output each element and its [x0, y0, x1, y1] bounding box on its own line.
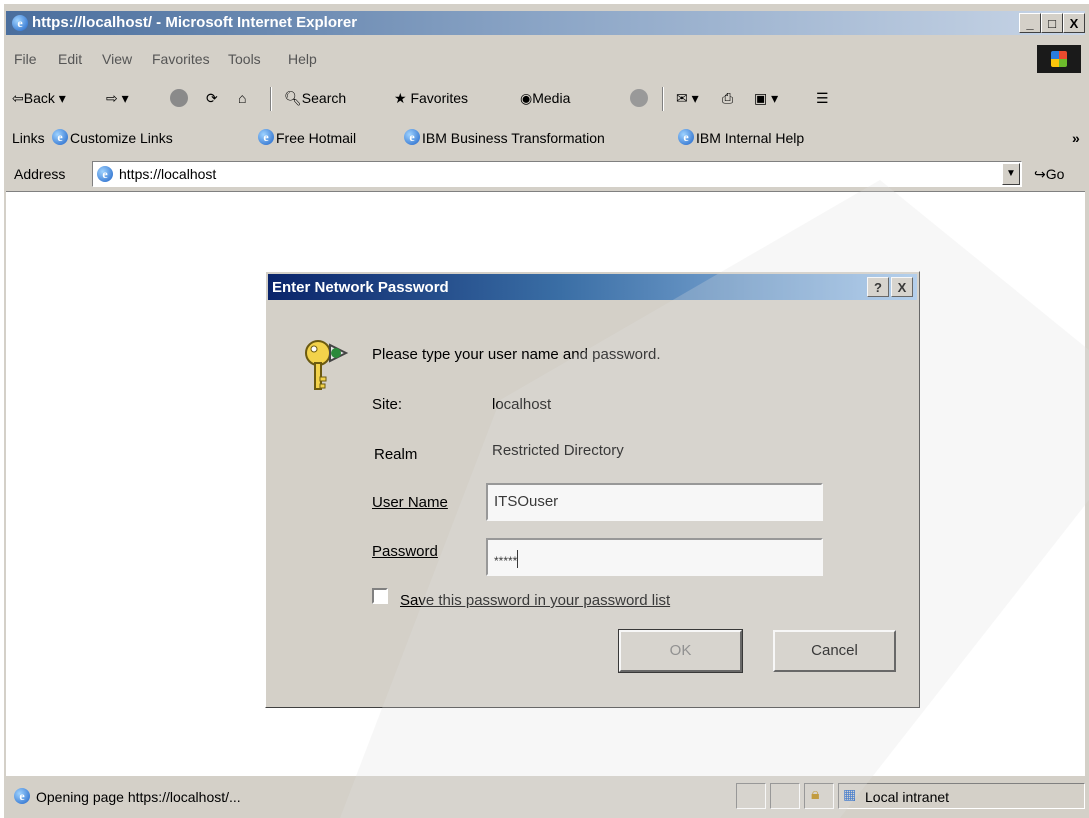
- text-caret: [517, 550, 519, 568]
- maximize-button[interactable]: □: [1041, 13, 1063, 33]
- chevron-down-icon: ▼: [1006, 168, 1016, 179]
- password-field[interactable]: *****: [486, 538, 823, 576]
- ie-page-icon: e: [404, 129, 420, 145]
- intranet-icon: ▦: [843, 786, 857, 802]
- site-value: localhost: [492, 396, 552, 413]
- menu-edit[interactable]: Edit: [58, 51, 82, 67]
- realm-label: Realm: [374, 446, 418, 463]
- minimize-button[interactable]: _: [1019, 13, 1041, 33]
- address-dropdown-button[interactable]: ▼: [1002, 163, 1020, 185]
- password-value: *****: [494, 554, 518, 568]
- standard-toolbar: ⇦Back ▾ ⇨ ▾ ⟳ ⌂ 🔍︎Search ★ Favorites ◉Me…: [6, 83, 1085, 115]
- realm-value: Restricted Directory: [492, 442, 624, 459]
- menu-view[interactable]: View: [102, 51, 132, 67]
- link-free-hotmail[interactable]: Free Hotmail: [276, 130, 356, 146]
- site-label: Site:: [372, 396, 403, 413]
- username-field[interactable]: ITSOuser: [486, 483, 823, 521]
- stop-icon[interactable]: [170, 89, 188, 107]
- zone-text: Local intranet: [865, 789, 950, 805]
- window-titlebar[interactable]: e https://localhost/ - Microsoft Interne…: [6, 11, 1085, 35]
- dialog-help-button[interactable]: ?: [867, 277, 889, 297]
- status-text: Opening page https://localhost/...: [36, 789, 241, 805]
- dialog-close-button[interactable]: X: [891, 277, 913, 297]
- lock-icon: 🔒︎: [811, 786, 820, 803]
- edit-word-icon[interactable]: ▣ ▾: [754, 90, 778, 107]
- menu-file[interactable]: File: [14, 51, 37, 67]
- menu-tools[interactable]: Tools: [228, 51, 261, 67]
- go-arrow-icon: ↪: [1034, 166, 1046, 182]
- dialog-titlebar[interactable]: Enter Network Password ? X: [268, 274, 917, 300]
- forward-button[interactable]: ⇨ ▾: [106, 90, 129, 107]
- back-button[interactable]: ⇦Back ▾: [12, 90, 66, 107]
- status-pane: [736, 783, 766, 809]
- menu-help[interactable]: Help: [288, 51, 317, 67]
- media-button[interactable]: ◉Media: [520, 90, 570, 107]
- address-input[interactable]: e https://localhost ▼: [92, 161, 1022, 187]
- network-password-dialog: Enter Network Password ? X Please type y…: [265, 271, 920, 708]
- address-bar: Address e https://localhost ▼ ↪Go: [6, 158, 1085, 192]
- close-button[interactable]: X: [1063, 13, 1085, 33]
- ie-page-icon: e: [14, 788, 30, 804]
- media-icon: ◉: [520, 90, 533, 106]
- discuss-icon[interactable]: ☰: [816, 90, 829, 107]
- address-value: https://localhost: [119, 166, 217, 182]
- ie-page-icon: e: [258, 129, 274, 145]
- dialog-title: Enter Network Password: [272, 279, 449, 296]
- links-label: Links: [12, 130, 45, 146]
- ok-button[interactable]: OK: [618, 629, 743, 673]
- print-icon[interactable]: ⎙: [722, 90, 733, 107]
- links-chevron-icon[interactable]: »: [1072, 130, 1080, 146]
- favorites-button[interactable]: ★ Favorites: [394, 90, 468, 107]
- window-title: https://localhost/ - Microsoft Internet …: [32, 14, 358, 31]
- link-ibm-internal-help[interactable]: IBM Internal Help: [696, 130, 804, 146]
- password-label: Password: [372, 543, 438, 560]
- link-ibm-business-transformation[interactable]: IBM Business Transformation: [422, 130, 605, 146]
- status-pane: [770, 783, 800, 809]
- history-icon[interactable]: [630, 89, 648, 107]
- menu-bar: File Edit View Favorites Tools Help: [6, 45, 1085, 75]
- status-pane: 🔒︎: [804, 783, 834, 809]
- link-customize-links[interactable]: Customize Links: [70, 130, 173, 146]
- ie-page-icon: e: [97, 166, 113, 182]
- forward-arrow-icon: ⇨: [106, 90, 118, 106]
- ie-logo-icon: e: [12, 15, 28, 31]
- back-arrow-icon: ⇦: [12, 90, 24, 106]
- zone-pane: ▦ Local intranet: [838, 783, 1085, 809]
- cancel-button[interactable]: Cancel: [773, 630, 896, 672]
- save-password-label[interactable]: Save this password in your password list: [400, 592, 670, 609]
- windows-logo-icon: [1037, 45, 1081, 73]
- go-button[interactable]: ↪Go: [1034, 166, 1064, 183]
- ie-page-icon: e: [52, 129, 68, 145]
- favorites-icon: ★: [394, 90, 407, 106]
- search-button[interactable]: 🔍︎Search: [284, 90, 346, 107]
- dialog-prompt: Please type your user name and password.: [372, 346, 661, 363]
- username-label: User Name: [372, 494, 448, 511]
- key-icon: [305, 340, 349, 390]
- mail-icon[interactable]: ✉ ▾: [676, 90, 699, 107]
- username-value: ITSOuser: [494, 493, 559, 510]
- save-password-checkbox[interactable]: [372, 588, 388, 604]
- links-bar: Links e Customize Links e Free Hotmail e…: [6, 123, 1085, 153]
- refresh-icon[interactable]: ⟳: [206, 90, 218, 107]
- home-icon[interactable]: ⌂: [238, 90, 246, 106]
- ie-page-icon: e: [678, 129, 694, 145]
- address-label: Address: [14, 166, 66, 182]
- menu-favorites[interactable]: Favorites: [152, 51, 210, 67]
- search-icon: 🔍︎: [284, 90, 302, 106]
- status-bar: e Opening page https://localhost/... 🔒︎ …: [6, 779, 1085, 814]
